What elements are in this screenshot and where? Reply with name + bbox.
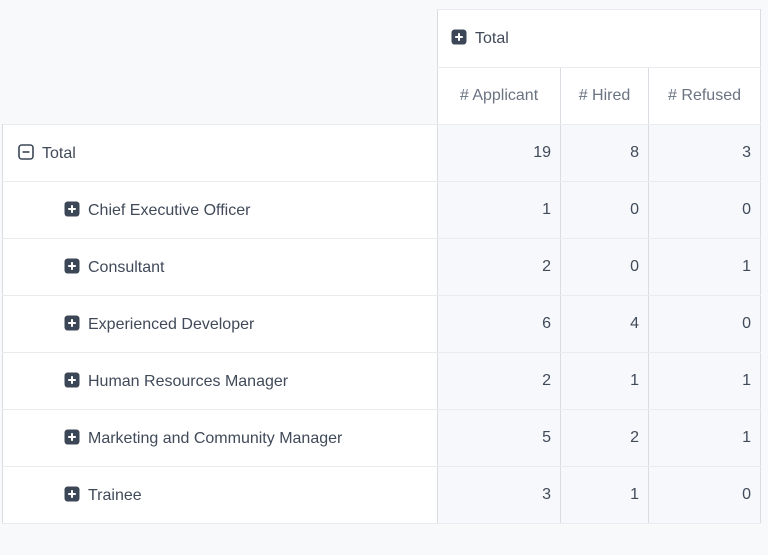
measure-header-hired[interactable]: # Hired <box>561 68 649 125</box>
row-label: Experienced Developer <box>88 316 254 333</box>
measure-header-refused[interactable]: # Refused <box>649 68 761 125</box>
plus-square-icon[interactable] <box>64 429 80 445</box>
pivot-value-cell: 1 <box>561 467 649 524</box>
pivot-value-cell: 0 <box>561 182 649 239</box>
column-group-label: Total <box>475 30 509 47</box>
row-experienced-developer: Experienced Developer 6 4 0 <box>3 296 761 353</box>
row-label: Marketing and Community Manager <box>88 430 342 447</box>
row-marketing-and-community-manager: Marketing and Community Manager 5 2 1 <box>3 410 761 467</box>
row-label: Consultant <box>88 259 165 276</box>
row-header-experienced-developer[interactable]: Experienced Developer <box>3 296 438 353</box>
row-trainee: Trainee 3 1 0 <box>3 467 761 524</box>
pivot-value-cell: 8 <box>561 125 649 182</box>
plus-square-icon[interactable] <box>64 258 80 274</box>
pivot-value-cell: 3 <box>649 125 761 182</box>
pivot-value-cell: 1 <box>561 353 649 410</box>
row-header-trainee[interactable]: Trainee <box>3 467 438 524</box>
pivot-value-cell: 4 <box>561 296 649 353</box>
row-header-total[interactable]: Total <box>3 125 438 182</box>
plus-square-icon[interactable] <box>64 201 80 217</box>
pivot-value-cell: 5 <box>438 410 561 467</box>
row-header-chief-executive-officer[interactable]: Chief Executive Officer <box>3 182 438 239</box>
measure-header-applicant[interactable]: # Applicant <box>438 68 561 125</box>
pivot-value-cell: 0 <box>649 182 761 239</box>
pivot-value-cell: 6 <box>438 296 561 353</box>
pivot-value-cell: 3 <box>438 467 561 524</box>
minus-square-o-icon[interactable] <box>18 144 34 160</box>
pivot-value-cell: 0 <box>561 239 649 296</box>
pivot-value-cell: 0 <box>649 467 761 524</box>
pivot-value-cell: 1 <box>438 182 561 239</box>
row-header-human-resources-manager[interactable]: Human Resources Manager <box>3 353 438 410</box>
pivot-table: Total # Applicant # Hired # Refused Tota… <box>2 9 761 524</box>
pivot-value-cell: 0 <box>649 296 761 353</box>
plus-square-icon[interactable] <box>64 372 80 388</box>
pivot-value-cell: 2 <box>438 239 561 296</box>
row-chief-executive-officer: Chief Executive Officer 1 0 0 <box>3 182 761 239</box>
row-label: Chief Executive Officer <box>88 202 250 219</box>
column-group-header-total[interactable]: Total <box>438 10 761 68</box>
row-human-resources-manager: Human Resources Manager 2 1 1 <box>3 353 761 410</box>
pivot-value-cell: 1 <box>649 410 761 467</box>
plus-square-icon[interactable] <box>64 315 80 331</box>
row-label: Trainee <box>88 487 142 504</box>
row-label: Total <box>42 145 76 162</box>
plus-square-icon[interactable] <box>64 486 80 502</box>
pivot-value-cell: 2 <box>438 353 561 410</box>
pivot-value-cell: 1 <box>649 239 761 296</box>
pivot-value-cell: 2 <box>561 410 649 467</box>
pivot-corner-cell <box>3 10 438 125</box>
column-header-row: Total <box>3 10 761 68</box>
row-header-marketing-and-community-manager[interactable]: Marketing and Community Manager <box>3 410 438 467</box>
row-consultant: Consultant 2 0 1 <box>3 239 761 296</box>
pivot-value-cell: 1 <box>649 353 761 410</box>
pivot-view: Total # Applicant # Hired # Refused Tota… <box>0 9 768 524</box>
row-total: Total 19 8 3 <box>3 125 761 182</box>
pivot-value-cell: 19 <box>438 125 561 182</box>
plus-square-icon[interactable] <box>451 29 467 45</box>
row-label: Human Resources Manager <box>88 373 288 390</box>
row-header-consultant[interactable]: Consultant <box>3 239 438 296</box>
